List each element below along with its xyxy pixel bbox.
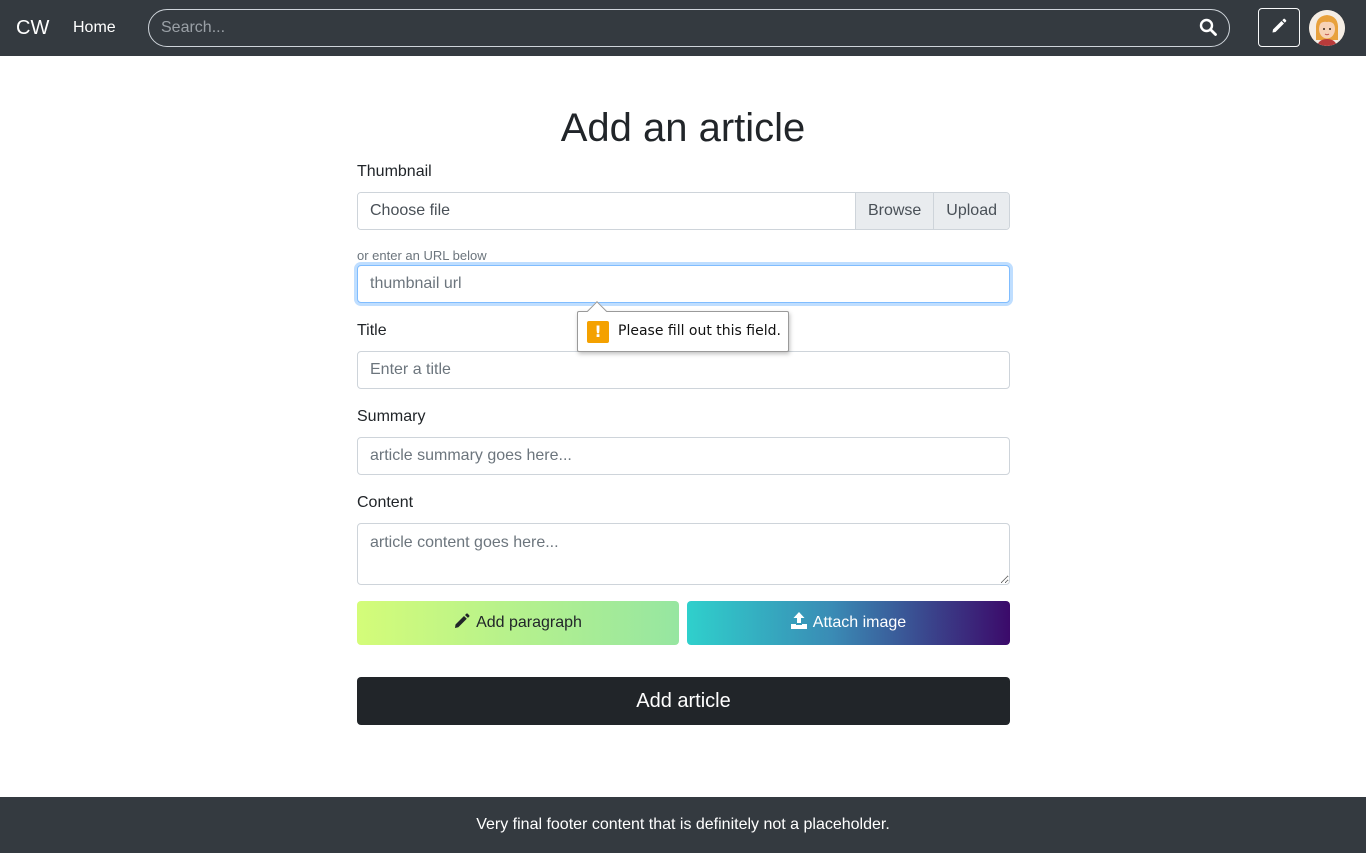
title-input[interactable]	[357, 351, 1010, 389]
thumbnail-url-input[interactable]	[357, 265, 1010, 303]
thumbnail-file-picker: Choose file Browse Upload	[357, 192, 1010, 230]
validation-tooltip: ! Please fill out this field.	[577, 301, 789, 352]
exclamation-icon: !	[587, 321, 609, 343]
write-article-button[interactable]	[1258, 8, 1300, 47]
search-bar	[148, 9, 1230, 47]
pencil-icon	[1271, 18, 1287, 37]
content-textarea[interactable]	[357, 523, 1010, 585]
brand-logo[interactable]: CW	[16, 16, 49, 40]
add-paragraph-label: Add paragraph	[476, 614, 582, 631]
add-paragraph-button[interactable]: Add paragraph	[357, 601, 679, 645]
upload-icon	[790, 612, 807, 634]
add-article-button[interactable]: Add article	[357, 677, 1010, 725]
upload-button[interactable]: Upload	[933, 193, 1009, 229]
top-navbar: CW Home	[0, 0, 1366, 56]
page-footer: Very final footer content that is defini…	[0, 797, 1366, 853]
url-hint: or enter an URL below	[357, 248, 487, 263]
file-input[interactable]: Choose file	[358, 193, 855, 229]
browse-button[interactable]: Browse	[854, 193, 934, 229]
thumbnail-label: Thumbnail	[357, 163, 432, 180]
validation-message: Please fill out this field.	[618, 323, 781, 339]
footer-text: Very final footer content that is defini…	[476, 816, 890, 833]
nav-home-link[interactable]: Home	[73, 18, 116, 38]
attach-image-button[interactable]: Attach image	[687, 601, 1010, 645]
search-icon[interactable]	[1199, 18, 1219, 38]
attach-image-label: Attach image	[812, 614, 907, 631]
user-avatar[interactable]	[1309, 10, 1345, 46]
pencil-icon	[454, 612, 470, 634]
search-input[interactable]	[161, 10, 1181, 46]
summary-label: Summary	[357, 408, 426, 425]
title-label: Title	[357, 322, 387, 339]
tooltip-arrow	[587, 301, 607, 321]
page-title: Add an article	[560, 106, 806, 150]
summary-input[interactable]	[357, 437, 1010, 475]
content-label: Content	[357, 494, 414, 511]
